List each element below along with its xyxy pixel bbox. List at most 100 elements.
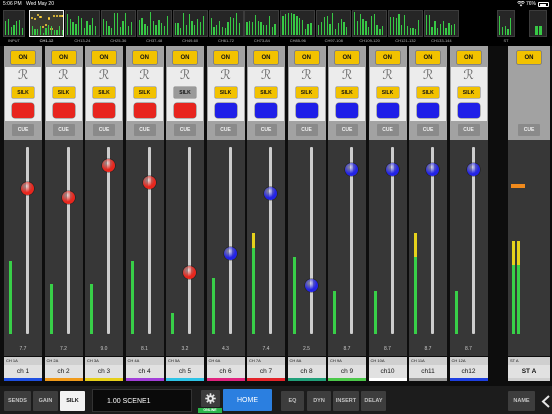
- channel-color-block[interactable]: [457, 103, 480, 118]
- on-button[interactable]: ON: [92, 51, 116, 64]
- fader-knob[interactable]: [511, 184, 525, 189]
- silk-button[interactable]: SILK: [255, 87, 277, 98]
- channel-name[interactable]: ch11: [409, 365, 447, 378]
- channel-name[interactable]: ch 9: [328, 365, 366, 378]
- channel-color-block[interactable]: [174, 103, 196, 118]
- channel-color-block[interactable]: [295, 103, 318, 118]
- bank-tab-ch133-144[interactable]: CH133-144: [423, 10, 459, 45]
- channel-color-block[interactable]: [214, 103, 237, 118]
- channel-icon[interactable]: ℛ: [175, 67, 195, 85]
- bank-tab-ch97-108[interactable]: CH97-108: [316, 10, 352, 45]
- channel-color-block[interactable]: [336, 103, 358, 118]
- channel-name[interactable]: ST A: [508, 365, 550, 378]
- cue-button[interactable]: CUE: [376, 124, 399, 136]
- cue-button[interactable]: CUE: [133, 124, 156, 136]
- channel-icon[interactable]: ℛ: [54, 67, 74, 85]
- channel-icon[interactable]: ℛ: [378, 67, 398, 85]
- channel-icon[interactable]: ℛ: [94, 67, 114, 85]
- cue-button[interactable]: CUE: [457, 124, 480, 136]
- channel-name[interactable]: ch 8: [287, 365, 326, 378]
- bank-tab-ch1-12[interactable]: CH1-12: [29, 10, 64, 45]
- on-button[interactable]: ON: [335, 51, 359, 64]
- channel-icon[interactable]: ℛ: [13, 67, 33, 85]
- cue-button[interactable]: CUE: [417, 124, 439, 136]
- on-button[interactable]: ON: [416, 51, 440, 64]
- chevron-left-icon[interactable]: [541, 395, 551, 408]
- silk-button[interactable]: SILK: [93, 87, 115, 98]
- silk-button[interactable]: SILK: [12, 87, 34, 98]
- on-button[interactable]: ON: [294, 51, 319, 64]
- fader-track[interactable]: [188, 147, 191, 334]
- bank-tab-ch37-48[interactable]: CH37-48: [136, 10, 172, 45]
- fader-knob[interactable]: [466, 162, 480, 176]
- fader-track[interactable]: [228, 147, 232, 334]
- channel-color-block[interactable]: [376, 103, 399, 118]
- channel-name[interactable]: ch 3: [85, 365, 123, 378]
- bank-tab-ch49-60[interactable]: CH49-60: [172, 10, 208, 45]
- tab-sends[interactable]: SENDS: [4, 391, 31, 411]
- on-button[interactable]: ON: [213, 51, 238, 64]
- channel-name[interactable]: ch 4: [125, 365, 164, 378]
- fader-track[interactable]: [66, 147, 70, 334]
- fader-knob[interactable]: [223, 247, 237, 261]
- channel-icon[interactable]: ℛ: [216, 67, 236, 85]
- fader-knob[interactable]: [304, 278, 318, 292]
- bank-tab-ch25-36[interactable]: CH25-36: [100, 10, 136, 45]
- fader-track[interactable]: [269, 147, 272, 334]
- insert-button[interactable]: INSERT: [333, 391, 359, 411]
- cue-button[interactable]: CUE: [52, 124, 75, 136]
- on-button[interactable]: ON: [51, 51, 76, 64]
- silk-button[interactable]: SILK: [417, 87, 439, 98]
- channel-name[interactable]: ch12: [449, 365, 488, 378]
- cue-button[interactable]: CUE: [214, 124, 237, 136]
- on-button[interactable]: ON: [254, 51, 278, 64]
- cue-button[interactable]: CUE: [93, 124, 115, 136]
- silk-button[interactable]: SILK: [174, 87, 196, 98]
- channel-icon[interactable]: ℛ: [337, 67, 357, 85]
- channel-name[interactable]: ch 5: [166, 365, 204, 378]
- channel-icon[interactable]: ℛ: [256, 67, 276, 85]
- bank-tab-input[interactable]: INPUT: [3, 10, 25, 45]
- channel-color-block[interactable]: [12, 103, 34, 118]
- cue-button[interactable]: CUE: [174, 124, 196, 136]
- silk-button[interactable]: SILK: [336, 87, 358, 98]
- home-button[interactable]: HOME: [223, 389, 272, 411]
- bank-tab-ch109-120[interactable]: CH109-120: [352, 10, 388, 45]
- on-button[interactable]: ON: [132, 51, 157, 64]
- fader-track[interactable]: [107, 147, 110, 334]
- fader-knob[interactable]: [345, 162, 358, 176]
- channel-name[interactable]: ch 1: [4, 365, 42, 378]
- tab-silk[interactable]: SILK: [60, 391, 85, 411]
- fader-knob[interactable]: [142, 176, 156, 190]
- silk-button[interactable]: SILK: [376, 87, 399, 98]
- channel-color-block[interactable]: [93, 103, 115, 118]
- bank-tab-ch85-96[interactable]: CH85-96: [280, 10, 316, 45]
- on-button[interactable]: ON: [456, 51, 481, 64]
- channel-icon[interactable]: ℛ: [297, 67, 317, 85]
- silk-button[interactable]: SILK: [214, 87, 237, 98]
- cue-button[interactable]: CUE: [518, 124, 540, 136]
- scene-display[interactable]: 1.00 SCENE1: [92, 389, 192, 412]
- silk-button[interactable]: SILK: [133, 87, 156, 98]
- dyn-button[interactable]: DYN: [307, 391, 331, 411]
- fader-track[interactable]: [309, 147, 313, 334]
- setup-button[interactable]: [201, 390, 220, 407]
- channel-color-block[interactable]: [255, 103, 277, 118]
- channel-name[interactable]: ch 6: [206, 365, 245, 378]
- bank-tab-ch121-132[interactable]: CH121-132: [388, 10, 423, 45]
- on-button[interactable]: ON: [11, 51, 35, 64]
- channel-name[interactable]: ch 2: [44, 365, 83, 378]
- channel-name[interactable]: ch10: [368, 365, 407, 378]
- fader-track[interactable]: [26, 147, 29, 334]
- cue-button[interactable]: CUE: [295, 124, 318, 136]
- fader-knob[interactable]: [61, 190, 75, 204]
- name-button[interactable]: NAME: [508, 391, 535, 411]
- silk-button[interactable]: SILK: [52, 87, 75, 98]
- fader-knob[interactable]: [21, 181, 34, 195]
- bank-tab-ch13-24[interactable]: CH13-24: [64, 10, 100, 45]
- fader-knob[interactable]: [426, 162, 439, 176]
- channel-icon[interactable]: ℛ: [135, 67, 155, 85]
- channel-color-block[interactable]: [52, 103, 75, 118]
- channel-color-block[interactable]: [417, 103, 439, 118]
- fader-knob[interactable]: [385, 162, 399, 176]
